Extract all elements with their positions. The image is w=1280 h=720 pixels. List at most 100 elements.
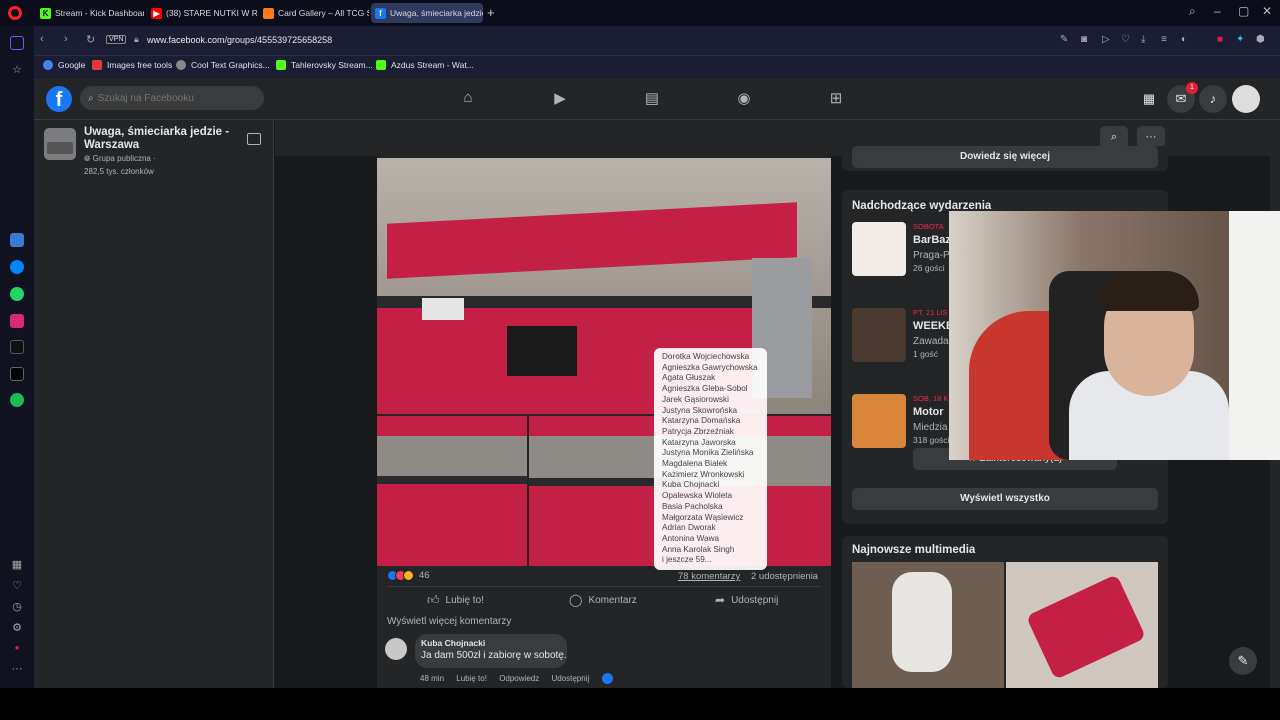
reaction-summary[interactable]: 46 xyxy=(387,570,430,581)
maximize-icon[interactable]: ▢ xyxy=(1238,4,1249,18)
address-bar: ‹ › ↻ VPN 🔒︎ www.facebook.com/groups/455… xyxy=(34,26,1280,55)
menu-icon[interactable]: ≡ xyxy=(1161,34,1167,45)
home-icon[interactable] xyxy=(10,36,24,50)
reactor-name: Patrycja Zbrzeźniak xyxy=(662,426,734,436)
comment-button[interactable]: ◯ Komentarz xyxy=(569,593,637,607)
edit-icon[interactable]: ✎ xyxy=(1060,34,1068,45)
event-name[interactable]: WEEKE xyxy=(913,320,953,332)
bookmark-google[interactable]: Google xyxy=(43,60,85,70)
share-button[interactable]: ➦ Udostępnij xyxy=(715,593,778,607)
learn-more-button[interactable]: Dowiedz się więcej xyxy=(852,146,1158,168)
comment-reply[interactable]: Odpowiedz xyxy=(499,674,539,683)
profile-avatar[interactable] xyxy=(1232,85,1260,113)
view-more-comments[interactable]: Wyświetl więcej komentarzy xyxy=(387,616,511,627)
group-cover-thumbnail[interactable] xyxy=(44,128,76,160)
opera-small-icon[interactable]: ● xyxy=(10,643,24,652)
tab-facebook-group[interactable]: f Uwaga, śmieciarka jedzie xyxy=(371,3,483,23)
instagram-icon[interactable] xyxy=(10,314,24,328)
like-button[interactable]: 👍︎ Lubię to! xyxy=(427,593,484,608)
tab-card-gallery[interactable]: Card Gallery – All TCG Sets xyxy=(259,3,369,23)
group-more-icon[interactable]: ··· xyxy=(1137,126,1165,148)
media-thumbnail[interactable] xyxy=(1006,562,1158,688)
sidebar-toggle-icon[interactable] xyxy=(247,133,261,145)
spotify-icon[interactable] xyxy=(10,393,24,407)
comment-avatar[interactable] xyxy=(385,638,407,660)
comment-share[interactable]: Udostępnij xyxy=(551,674,589,683)
close-icon[interactable]: ✕ xyxy=(1262,4,1272,18)
groups-icon[interactable]: ◉ xyxy=(735,89,753,107)
event-image[interactable] xyxy=(852,308,906,362)
group-name[interactable]: Uwaga, śmieciarka jedzie - Warszawa xyxy=(84,126,234,152)
comment-time[interactable]: 48 min xyxy=(420,674,444,683)
back-icon[interactable]: ‹ xyxy=(40,33,44,45)
heart-icon[interactable]: ♡ xyxy=(10,579,24,592)
comment-author[interactable]: Kuba Chojnacki xyxy=(421,638,561,648)
play-icon[interactable]: ▷ xyxy=(1102,34,1110,45)
event-name[interactable]: BarBaz xyxy=(913,234,951,246)
bookmark-cool-text[interactable]: Cool Text Graphics... xyxy=(176,60,270,70)
heart-icon[interactable]: ♡ xyxy=(1121,34,1130,45)
bookmark-label: Tahlerovsky Stream... xyxy=(291,60,373,70)
url-field[interactable]: www.facebook.com/groups/455539725658258 xyxy=(147,35,332,45)
menu-grid-icon[interactable]: ▦ xyxy=(1135,85,1163,113)
settings-gear-icon[interactable]: ⚙ xyxy=(10,621,24,634)
event-date: SOB, 18 K xyxy=(913,394,949,403)
gaming-icon[interactable]: ⊞ xyxy=(827,89,845,107)
comment-meta: 48 min Lubię to! Odpowiedz Udostępnij xyxy=(420,673,623,684)
reactor-name: Agnieszka Gawrychowska xyxy=(662,362,758,372)
facebook-search[interactable]: ⌕ xyxy=(80,86,264,110)
bookmark-azdus[interactable]: Azdus Stream - Wat... xyxy=(376,60,474,70)
event-name[interactable]: Motor xyxy=(913,406,944,418)
download-icon[interactable]: ⤓ xyxy=(1141,34,1145,45)
tab-youtube[interactable]: ▶ (38) STARE NUTKI W R xyxy=(147,3,257,23)
images-icon xyxy=(92,60,102,70)
new-tab-plus-icon[interactable]: + xyxy=(487,5,495,20)
apps-grid-icon[interactable]: ▦ xyxy=(10,558,24,571)
opera-logo-icon[interactable] xyxy=(8,6,22,20)
event-date: SOBOTA xyxy=(913,222,944,231)
event-location: Miedzia xyxy=(913,422,948,433)
minimize-icon[interactable]: – xyxy=(1214,4,1221,18)
post-photo-thumb[interactable] xyxy=(377,416,527,566)
more-dots-icon[interactable]: ··· xyxy=(10,663,24,675)
facebook-logo[interactable]: f xyxy=(46,86,72,112)
search-input[interactable] xyxy=(97,92,248,104)
bookmark-images-free-tools[interactable]: Images free tools xyxy=(92,60,172,70)
event-image[interactable] xyxy=(852,222,906,276)
extensions-cube-icon[interactable]: ⬢ xyxy=(1256,34,1265,45)
extension-icon[interactable]: ✦ xyxy=(1236,34,1244,45)
tab-kick-dashboard[interactable]: K Stream - Kick Dashboard xyxy=(36,3,144,23)
notifications-bell-icon[interactable]: ♪ xyxy=(1199,85,1227,113)
camera-icon[interactable]: ◙ xyxy=(1081,34,1087,45)
media-thumbnail[interactable] xyxy=(852,562,1004,688)
event-image[interactable] xyxy=(852,394,906,448)
messenger-icon[interactable] xyxy=(10,260,24,274)
comment-count-link[interactable]: 78 komentarzy xyxy=(678,571,740,582)
tiktok-icon[interactable] xyxy=(10,340,24,354)
whatsapp-icon[interactable] xyxy=(10,287,24,301)
account-icon[interactable]: ◐ xyxy=(1181,34,1187,45)
forward-icon[interactable]: › xyxy=(64,33,68,45)
vpn-badge[interactable]: VPN xyxy=(106,35,127,44)
star-icon[interactable]: ☆ xyxy=(10,63,24,76)
show-all-events-button[interactable]: Wyświetl wszystko xyxy=(852,488,1158,510)
group-search-icon[interactable]: ⌕ xyxy=(1100,126,1128,148)
event-guests: 1 gość xyxy=(913,349,939,359)
new-message-compose-icon[interactable]: ✎ xyxy=(1229,647,1257,675)
extension-icon[interactable]: ■ xyxy=(1217,34,1223,45)
home-icon[interactable]: ⌂ xyxy=(459,89,477,107)
aria-icon[interactable] xyxy=(10,233,24,247)
marketplace-icon[interactable]: ▤ xyxy=(643,89,661,107)
history-icon[interactable]: ◷ xyxy=(10,600,24,613)
event-guests: 318 gości xyxy=(913,435,950,445)
x-twitter-icon[interactable] xyxy=(10,367,24,381)
bookmark-tahlerovsky[interactable]: Tahlerovsky Stream... xyxy=(276,60,373,70)
comment-like[interactable]: Lubię to! xyxy=(456,674,487,683)
lock-icon[interactable]: 🔒︎ xyxy=(134,34,139,45)
group-sidebar: Uwaga, śmieciarka jedzie - Warszawa 🌐︎ G… xyxy=(34,120,274,688)
search-tabs-icon[interactable]: ⌕ xyxy=(1189,4,1196,19)
reload-icon[interactable]: ↻ xyxy=(86,33,95,46)
video-icon[interactable]: ▶ xyxy=(551,89,569,107)
share-count[interactable]: 2 udostępnienia xyxy=(751,571,818,582)
reactor-name: Agnieszka Gleba-Sobol xyxy=(662,384,748,394)
